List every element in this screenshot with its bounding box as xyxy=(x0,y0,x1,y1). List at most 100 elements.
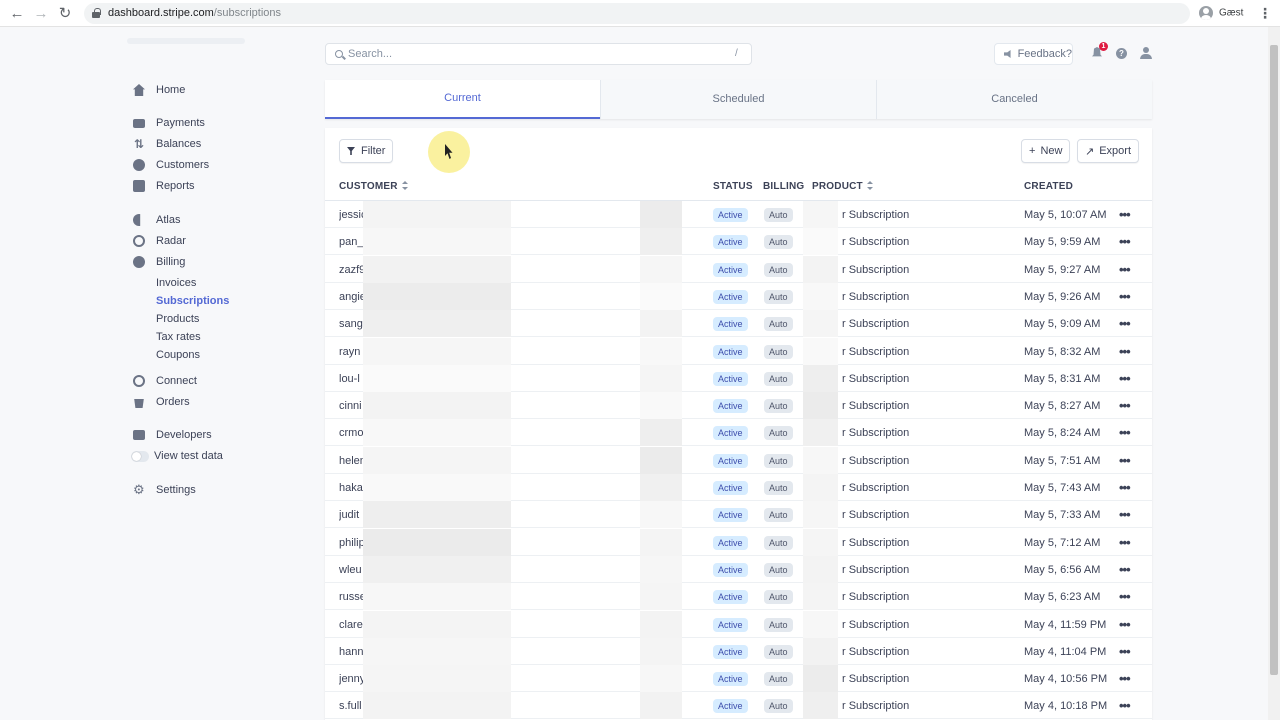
column-header-customer[interactable]: CUSTOMER xyxy=(339,181,408,192)
more-actions-icon[interactable]: ••• xyxy=(1119,262,1131,277)
profile-button[interactable]: Gæst xyxy=(1199,6,1243,20)
sidebar-item-customers[interactable]: Customers xyxy=(133,157,209,173)
customer-cell[interactable]: haka xyxy=(339,482,363,494)
sidebar-item-connect[interactable]: Connect xyxy=(133,373,197,389)
more-actions-icon[interactable]: ••• xyxy=(1119,698,1131,713)
feedback-button[interactable]: Feedback? xyxy=(994,43,1073,65)
help-icon[interactable]: ? xyxy=(1116,48,1127,59)
more-actions-icon[interactable]: ••• xyxy=(1119,207,1131,222)
table-row[interactable]: cinni Active Auto r Subscription May 5, 8:27… xyxy=(325,392,1152,420)
more-actions-icon[interactable]: ••• xyxy=(1119,671,1131,686)
sidebar-sub-products[interactable]: Products xyxy=(156,313,199,325)
table-row[interactable]: helen Active Auto r Subscription May 5, 7:51… xyxy=(325,446,1152,474)
table-row[interactable]: lou-l Active Auto r Subscription May 5, 8:31… xyxy=(325,364,1152,392)
customer-cell[interactable]: hann xyxy=(339,646,363,658)
table-row[interactable]: zazf9 Active Auto r Subscription May 5, 9:27… xyxy=(325,255,1152,283)
export-button[interactable]: ↗ Export xyxy=(1077,139,1140,163)
more-actions-icon[interactable]: ••• xyxy=(1119,644,1131,659)
sidebar-sub-subscriptions[interactable]: Subscriptions xyxy=(156,295,229,307)
table-row[interactable]: rayn Active Auto r Subscription May 5, 8:32 … xyxy=(325,337,1152,365)
sidebar-item-billing[interactable]: Billing xyxy=(133,254,185,270)
table-row[interactable]: hann Active Auto r Subscription May 4, 11:04… xyxy=(325,637,1152,665)
sidebar-sub-tax-rates[interactable]: Tax rates xyxy=(156,331,201,343)
table-row[interactable]: sang Active Auto r Subscription May 5, 9:09 … xyxy=(325,310,1152,338)
table-row[interactable]: russe Active Auto r Subscription May 5, 6:23… xyxy=(325,583,1152,611)
customer-cell[interactable]: philip xyxy=(339,537,363,549)
more-actions-icon[interactable]: ••• xyxy=(1119,453,1131,468)
customer-cell[interactable]: rayn xyxy=(339,346,363,358)
customer-cell[interactable]: judit xyxy=(339,509,363,521)
more-actions-icon[interactable]: ••• xyxy=(1119,535,1131,550)
sidebar-item-radar[interactable]: Radar xyxy=(133,233,186,249)
sidebar-item-home[interactable]: Home xyxy=(133,82,185,98)
page-scrollbar[interactable] xyxy=(1268,27,1280,720)
sidebar-item-payments[interactable]: Payments xyxy=(133,115,205,131)
customer-cell[interactable]: zazf9 xyxy=(339,264,363,276)
customer-cell[interactable]: cinni xyxy=(339,400,363,412)
table-row[interactable]: crmo Active Auto r Subscription May 5, 8:24 … xyxy=(325,419,1152,447)
customer-cell[interactable]: crmo xyxy=(339,427,363,439)
new-button[interactable]: + New xyxy=(1021,139,1071,163)
column-header-product[interactable]: PRODUCT xyxy=(812,181,873,192)
table-row[interactable]: wleu Active Auto r Subscription May 5, 6:56 … xyxy=(325,555,1152,583)
back-icon[interactable]: ← xyxy=(8,5,26,23)
more-actions-icon[interactable]: ••• xyxy=(1119,480,1131,495)
table-row[interactable]: s.full Active Auto r Subscription May 4, 10:… xyxy=(325,692,1152,720)
sidebar-item-reports[interactable]: Reports xyxy=(133,178,195,194)
tab-scheduled[interactable]: Scheduled xyxy=(600,80,876,119)
more-actions-icon[interactable]: ••• xyxy=(1119,398,1131,413)
customer-cell[interactable]: clare xyxy=(339,619,363,631)
customer-cell[interactable]: pan_l xyxy=(339,236,363,248)
sidebar-item-balances[interactable]: ⇅ Balances xyxy=(133,136,201,152)
search-input[interactable]: Search... / xyxy=(325,43,752,65)
reload-icon[interactable]: ↻ xyxy=(56,5,74,23)
sidebar-sub-coupons[interactable]: Coupons xyxy=(156,349,200,361)
sidebar-item-atlas[interactable]: Atlas xyxy=(133,212,180,228)
address-bar[interactable]: dashboard.stripe.com/subscriptions xyxy=(84,3,1190,24)
forward-icon[interactable]: → xyxy=(32,5,50,23)
more-actions-icon[interactable]: ••• xyxy=(1119,617,1131,632)
more-actions-icon[interactable]: ••• xyxy=(1119,234,1131,249)
status-badge: Active xyxy=(713,481,748,495)
table-row[interactable]: jessic Active Auto r Subscription May 5, 10:… xyxy=(325,201,1152,228)
sidebar-item-orders[interactable]: Orders xyxy=(133,394,190,410)
customer-cell[interactable]: wleu xyxy=(339,564,363,576)
table-row[interactable]: clare Active Auto r Subscription May 4, 11:5… xyxy=(325,610,1152,638)
more-actions-icon[interactable]: ••• xyxy=(1119,344,1131,359)
scrollbar-thumb[interactable] xyxy=(1270,45,1278,675)
more-actions-icon[interactable]: ••• xyxy=(1119,289,1131,304)
table-row[interactable]: philip Active Auto r Subscription May 5, 7:1… xyxy=(325,528,1152,556)
customer-cell[interactable]: jessic xyxy=(339,209,363,221)
customer-cell[interactable]: sang xyxy=(339,318,363,330)
product-cell: r Subscription xyxy=(842,236,910,249)
sidebar-sub-invoices[interactable]: Invoices xyxy=(156,277,196,289)
more-actions-icon[interactable]: ••• xyxy=(1119,316,1131,331)
more-actions-icon[interactable]: ••• xyxy=(1119,562,1131,577)
table-row[interactable]: haka Active Auto r Subscription May 5, 7:43 … xyxy=(325,474,1152,501)
customer-cell[interactable]: s.full xyxy=(339,700,363,712)
table-row[interactable]: jenny Active Auto r Subscription May 4, 10:5… xyxy=(325,665,1152,693)
table-row[interactable]: pan_l Active Auto r Subscription May 5, 9:59… xyxy=(325,228,1152,256)
more-actions-icon[interactable]: ••• xyxy=(1119,425,1131,440)
view-test-data-toggle[interactable]: View test data xyxy=(131,448,223,464)
customer-cell[interactable]: helen xyxy=(339,455,363,467)
account-icon[interactable] xyxy=(1140,47,1152,59)
customer-cell[interactable]: lou-l xyxy=(339,373,363,385)
customer-cell[interactable]: russe xyxy=(339,591,363,603)
customer-cell[interactable]: jenny xyxy=(339,673,363,685)
tab-canceled[interactable]: Canceled xyxy=(876,80,1152,119)
redacted-area xyxy=(363,201,511,228)
more-actions-icon[interactable]: ••• xyxy=(1119,589,1131,604)
browser-menu-icon[interactable]: ⋮ xyxy=(1258,5,1272,22)
status-badge: Active xyxy=(713,262,748,277)
table-row[interactable]: angie Active Auto r Subscription May 5, 9:26… xyxy=(325,282,1152,310)
customer-cell[interactable]: angie xyxy=(339,291,363,303)
tab-current[interactable]: Current xyxy=(325,80,600,119)
toggle-switch[interactable] xyxy=(131,450,149,462)
sidebar-item-settings[interactable]: ⚙ Settings xyxy=(133,482,196,498)
sidebar-item-developers[interactable]: Developers xyxy=(133,427,212,443)
more-actions-icon[interactable]: ••• xyxy=(1119,371,1131,386)
table-row[interactable]: judit Active Auto r Subscription May 5, 7:33… xyxy=(325,501,1152,529)
more-actions-icon[interactable]: ••• xyxy=(1119,507,1131,522)
filter-button[interactable]: Filter xyxy=(339,139,394,163)
